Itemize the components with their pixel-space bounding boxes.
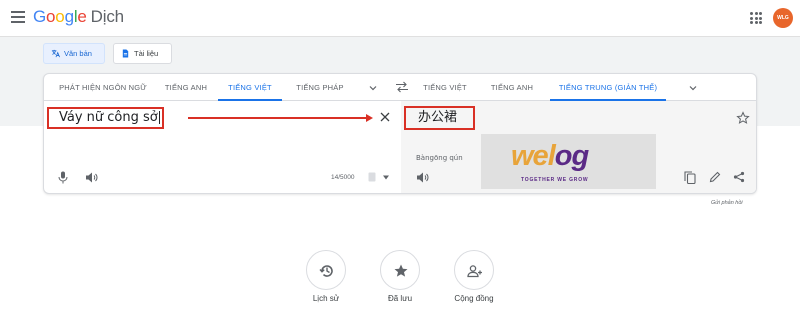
microphone-icon[interactable]: [58, 171, 68, 184]
pencil-icon[interactable]: [709, 171, 721, 183]
tab-source-vietnamese[interactable]: TIẾNG VIỆT: [218, 74, 282, 101]
brand-pre: we: [511, 140, 549, 172]
caret-down-icon[interactable]: [383, 175, 389, 180]
speaker-icon[interactable]: [85, 171, 98, 184]
translate-icon: [51, 49, 60, 58]
text-mode-button[interactable]: Văn bản: [43, 43, 105, 64]
star-outline-icon[interactable]: [736, 111, 750, 125]
top-app-bar: Google Dịch WLG: [0, 0, 800, 36]
tab-target-english[interactable]: TIẾNG ANH: [482, 74, 542, 101]
document-mode-button[interactable]: Tài liệu: [113, 43, 172, 64]
text-caret: [158, 111, 160, 124]
tab-source-french[interactable]: TIẾNG PHÁP: [288, 74, 352, 101]
text-mode-label: Văn bản: [64, 49, 92, 58]
apps-grid-icon[interactable]: [750, 12, 762, 24]
logo-letter: G: [33, 7, 47, 26]
send-feedback-link[interactable]: Gửi phản hồi: [711, 200, 743, 206]
avatar[interactable]: WLG: [773, 8, 793, 28]
keyboard-icon[interactable]: [368, 172, 376, 182]
logo-letter: e: [77, 7, 87, 26]
community-icon: [467, 265, 482, 278]
history-label: Lịch sử: [312, 294, 340, 303]
document-icon: [122, 49, 129, 58]
source-text-value: Váy nữ công sở: [59, 110, 158, 125]
community-button[interactable]: [454, 250, 494, 290]
tab-detect-language[interactable]: PHÁT HIỆN NGÔN NGỮ: [54, 74, 152, 101]
romanization-text: Bàngōng qún: [416, 154, 463, 162]
welog-tagline: TOGETHER WE GROW: [521, 177, 589, 183]
welog-brand-text: welog: [511, 140, 589, 173]
annotation-arrow-line: [188, 117, 368, 119]
chevron-down-icon[interactable]: [369, 84, 377, 92]
copy-icon[interactable]: [684, 171, 696, 184]
chevron-down-icon[interactable]: [689, 84, 697, 92]
target-text-output: 办公裙: [404, 106, 475, 130]
tab-target-chinese-simplified[interactable]: TIẾNG TRUNG (GIẢN THỂ): [550, 74, 666, 101]
speaker-icon[interactable]: [416, 171, 429, 184]
community-label: Cộng đồng: [454, 294, 494, 303]
tab-target-vietnamese[interactable]: TIẾNG VIỆT: [417, 74, 473, 101]
share-icon[interactable]: [733, 171, 745, 183]
saved-label: Đã lưu: [387, 294, 413, 303]
hamburger-menu-icon[interactable]: [11, 11, 25, 23]
character-count: 14/5000: [331, 174, 355, 181]
welog-logo-image: welog TOGETHER WE GROW: [481, 134, 656, 189]
swap-languages-icon[interactable]: [395, 81, 409, 93]
star-filled-icon: [394, 264, 408, 277]
source-text-input[interactable]: Váy nữ công sở: [47, 107, 164, 129]
history-button[interactable]: [306, 250, 346, 290]
language-tabs-row: PHÁT HIỆN NGÔN NGỮ TIẾNG ANH TIẾNG VIỆT …: [44, 74, 756, 101]
logo-letter: o: [55, 7, 65, 26]
logo-letter: g: [64, 7, 74, 26]
tab-source-english[interactable]: TIẾNG ANH: [158, 74, 214, 101]
document-mode-label: Tài liệu: [134, 49, 159, 58]
history-icon: [319, 265, 333, 277]
saved-button[interactable]: [380, 250, 420, 290]
brand-post: og: [554, 140, 589, 172]
google-translate-logo[interactable]: Google Dịch: [33, 7, 124, 27]
close-icon[interactable]: [379, 111, 391, 123]
logo-letter: o: [46, 7, 56, 26]
translation-card: PHÁT HIỆN NGÔN NGỮ TIẾNG ANH TIẾNG VIỆT …: [43, 73, 757, 194]
brand-l: l: [547, 140, 556, 172]
annotation-arrow-head: [366, 114, 373, 122]
product-name: Dịch: [90, 7, 124, 26]
